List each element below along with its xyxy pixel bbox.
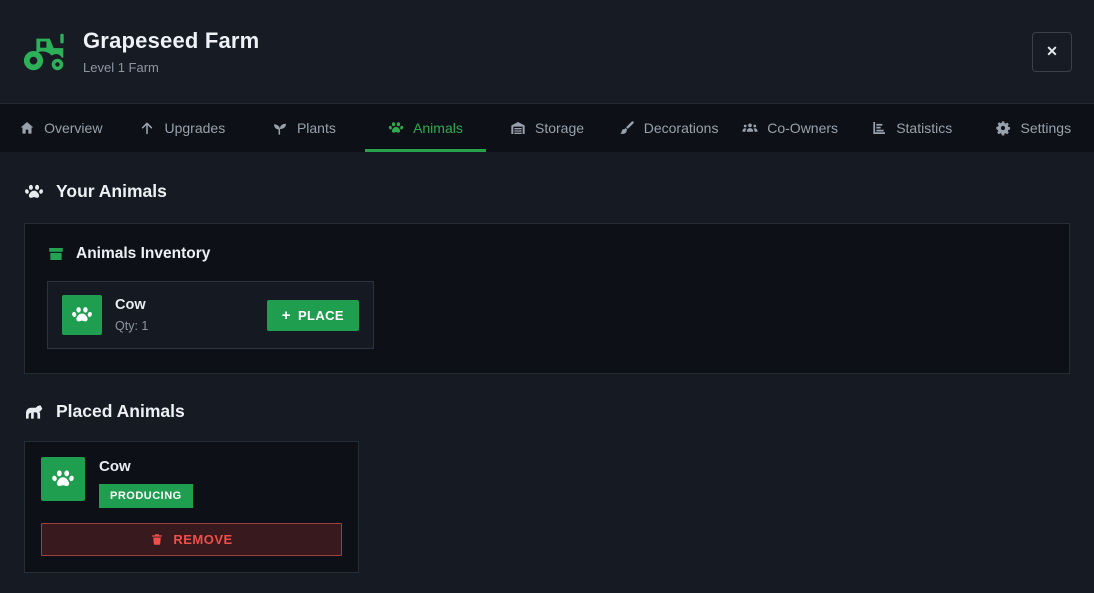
tab-label: Decorations (643, 119, 719, 136)
your-animals-heading: Your Animals (24, 181, 1070, 202)
placed-animals-heading: Placed Animals (24, 401, 1070, 422)
farm-level-subtitle: Level 1 Farm (83, 60, 159, 75)
close-button[interactable]: ✕ (1032, 31, 1072, 72)
arrow-up-icon (139, 120, 155, 136)
remove-button-label: REMOVE (173, 532, 233, 547)
close-icon: ✕ (1046, 43, 1058, 59)
paw-icon (24, 182, 44, 202)
animal-thumbnail (62, 295, 102, 335)
place-button[interactable]: + PLACE (266, 299, 359, 331)
animal-name: Cow (115, 297, 146, 313)
tab-decorations[interactable]: Decorations (608, 104, 730, 152)
paw-icon (388, 120, 404, 136)
tab-label: Animals (413, 119, 463, 136)
tab-label: Settings (1020, 119, 1072, 136)
seedling-icon (272, 120, 288, 136)
animal-thumbnail (41, 457, 85, 501)
panel-title-label: Animals Inventory (76, 245, 211, 262)
placed-animal-card-cow: Cow PRODUCING REMOVE (24, 441, 359, 573)
tab-label: Statistics (896, 119, 953, 136)
tab-label: Plants (296, 119, 336, 136)
animals-inventory-panel: Animals Inventory Cow Qty: 1 + PLACE (24, 223, 1070, 374)
tab-label: Co-Owners (767, 119, 839, 136)
tab-label: Storage (535, 119, 585, 136)
home-icon (19, 120, 35, 136)
tab-plants[interactable]: Plants (243, 104, 365, 152)
tab-storage[interactable]: Storage (486, 104, 608, 152)
tab-upgrades[interactable]: Upgrades (122, 104, 244, 152)
section-title-label: Placed Animals (56, 401, 185, 421)
tab-co-owners[interactable]: Co-Owners (729, 104, 851, 152)
paintbrush-icon (619, 120, 635, 136)
status-badge: PRODUCING (99, 484, 193, 508)
tab-settings[interactable]: Settings (973, 104, 1094, 152)
trash-icon (150, 532, 164, 547)
tab-label: Overview (44, 119, 103, 136)
paw-icon (51, 467, 75, 491)
farm-title: Grapeseed Farm (83, 28, 260, 53)
paw-icon (71, 304, 93, 326)
animals-inventory-heading: Animals Inventory (47, 245, 1047, 263)
animals-tab-content: Your Animals Animals Inventory Cow Qty: … (0, 181, 1094, 573)
animal-quantity: Qty: 1 (115, 319, 149, 333)
users-icon (742, 120, 758, 136)
tractor-icon (22, 32, 68, 72)
tab-label: Upgrades (164, 119, 226, 136)
tab-animals[interactable]: Animals (364, 104, 487, 152)
chart-icon (871, 120, 887, 136)
plus-icon: + (281, 306, 291, 324)
horse-icon (24, 402, 44, 422)
animal-name: Cow (99, 458, 131, 475)
tab-overview[interactable]: Overview (0, 104, 122, 152)
warehouse-icon (510, 120, 526, 136)
inventory-item-cow: Cow Qty: 1 + PLACE (47, 281, 374, 349)
tab-statistics[interactable]: Statistics (851, 104, 973, 152)
remove-button[interactable]: REMOVE (41, 523, 342, 556)
gear-icon (995, 120, 1011, 136)
tab-bar: Overview Upgrades Plants Animals Storage… (0, 103, 1094, 152)
farm-header: Grapeseed Farm Level 1 Farm ✕ (0, 0, 1094, 103)
box-icon (47, 245, 65, 263)
section-title-label: Your Animals (56, 181, 167, 201)
place-button-label: PLACE (297, 307, 344, 323)
